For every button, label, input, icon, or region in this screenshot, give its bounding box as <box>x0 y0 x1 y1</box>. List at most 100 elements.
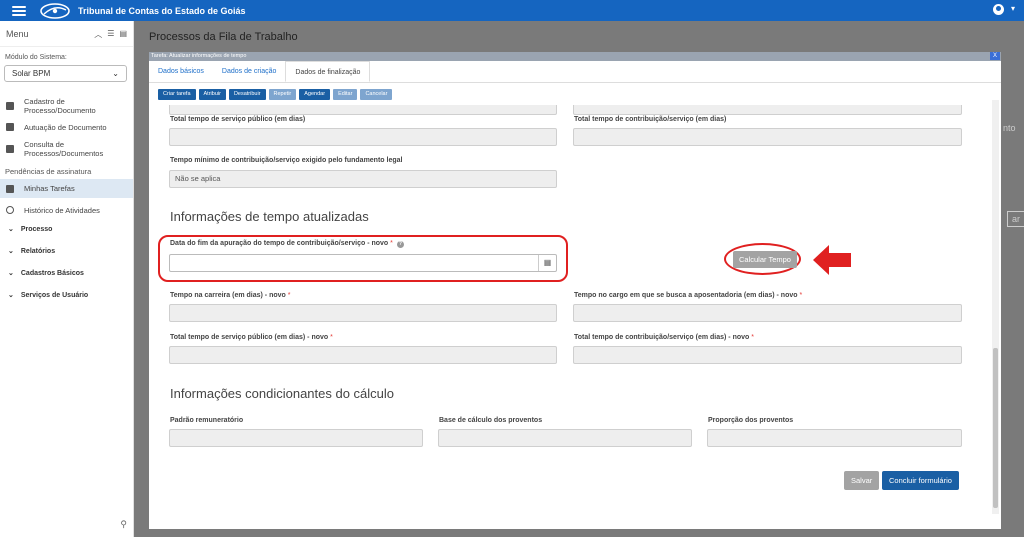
required-mark: * <box>799 292 803 299</box>
menu-label: Menu <box>6 28 29 39</box>
sidebar-group-cadastros[interactable]: ⌄ Cadastros Básicos <box>0 269 84 278</box>
calendar-icon[interactable]: ▦ <box>538 255 556 271</box>
cutoff-field[interactable] <box>573 105 962 115</box>
modal-titlebar: Tarefa: Atualizar informações de tempo X <box>149 52 1001 61</box>
search-icon[interactable]: ⚲ <box>120 519 127 530</box>
sidebar-group-label: Serviços de Usuário <box>20 291 89 299</box>
tempo-minimo-field[interactable]: Não se aplica <box>169 170 557 188</box>
sidebar-item-consulta[interactable]: Consulta de Processos/Documentos <box>0 138 133 160</box>
total-contrib-novo-label-text: Total tempo de contribuição/serviço (em … <box>574 334 750 341</box>
user-account-icon[interactable] <box>993 4 1004 15</box>
folder-icon <box>6 102 14 110</box>
help-icon[interactable]: ? <box>396 241 404 248</box>
sidebar-group-label: Relatórios <box>20 247 56 255</box>
padrao-field[interactable] <box>169 429 423 447</box>
required-mark: * <box>390 240 393 247</box>
sidebar: Menu ︿ ☰ ▤ Módulo do Sistema: Solar BPM … <box>0 21 134 537</box>
total-contrib-field[interactable] <box>573 128 962 146</box>
data-fim-label: Data do fim da apuração do tempo de cont… <box>170 240 404 248</box>
total-publico-novo-label: Total tempo de serviço público (em dias)… <box>170 334 333 341</box>
tce-logo <box>38 2 72 20</box>
sidebar-group-relatorios[interactable]: ⌄ Relatórios <box>0 247 56 256</box>
sidebar-item-label: Minhas Tarefas <box>24 184 75 193</box>
proporcao-field[interactable] <box>707 429 962 447</box>
app-title: Tribunal de Contas do Estado de Goiás <box>78 5 246 16</box>
section-condicionantes: Informações condicionantes do cálculo <box>170 386 395 401</box>
section-atualizadas: Informações de tempo atualizadas <box>170 209 369 224</box>
calendar-icon <box>6 184 14 193</box>
criar-tarefa-button[interactable]: Criar tarefa <box>158 88 196 100</box>
scrollbar[interactable] <box>992 100 999 514</box>
tab-dados-criacao[interactable]: Dados de criação <box>213 61 285 82</box>
total-publico-label: Total tempo de serviço público (em dias) <box>170 116 306 123</box>
required-mark: * <box>330 334 333 341</box>
sidebar-group-processo[interactable]: ⌄ Processo <box>0 225 53 234</box>
total-publico-novo-field[interactable] <box>169 346 557 364</box>
data-fim-label-text: Data do fim da apuração do tempo de cont… <box>170 240 389 247</box>
agendar-button[interactable]: Agendar <box>299 88 331 100</box>
module-select[interactable]: Solar BPM ⌄ <box>4 65 127 82</box>
form-area: Total tempo de serviço público (em dias)… <box>149 105 991 519</box>
carreira-label-text: Tempo na carreira (em dias) - novo <box>170 292 286 299</box>
clock-icon <box>6 206 14 214</box>
sidebar-item-label: Histórico de Atividades <box>24 205 100 215</box>
desatribuir-button[interactable]: Desatribuir <box>228 88 266 100</box>
total-contrib-novo-label: Total tempo de contribuição/serviço (em … <box>574 334 754 341</box>
total-contrib-label: Total tempo de contribuição/serviço (em … <box>574 116 727 123</box>
salvar-button[interactable]: Salvar <box>844 471 880 490</box>
close-icon[interactable]: X <box>990 52 1000 60</box>
data-fim-input[interactable]: ▦ <box>169 254 557 272</box>
total-publico-novo-label-text: Total tempo de serviço público (em dias)… <box>170 334 329 341</box>
chevron-down-icon: ⌄ <box>8 226 14 233</box>
modal-tabs: Dados básicos Dados de criação Dados de … <box>149 61 1001 83</box>
sidebar-item-cadastro[interactable]: Cadastro de Processo/Documento <box>0 94 133 118</box>
editar-button[interactable]: Editar <box>333 88 358 100</box>
cutoff-field[interactable] <box>169 105 557 115</box>
padrao-label: Padrão remuneratório <box>170 417 244 424</box>
task-modal: Tarefa: Atualizar informações de tempo X… <box>149 52 1001 529</box>
tab-dados-finalizacao[interactable]: Dados de finalização <box>285 61 371 82</box>
required-mark: * <box>287 292 291 299</box>
tempo-minimo-label: Tempo mínimo de contribuição/serviço exi… <box>170 157 403 164</box>
pending-signatures-label[interactable]: Pendências de assinatura <box>0 167 91 176</box>
modal-title: Tarefa: Atualizar informações de tempo <box>151 53 247 59</box>
sidebar-group-servicos[interactable]: ⌄ Serviços de Usuário <box>0 291 89 300</box>
sidebar-item-label: Autuação de Documento <box>24 122 107 132</box>
chevron-down-icon: ⌄ <box>8 292 14 299</box>
calcular-tempo-button[interactable]: Calcular Tempo <box>733 251 797 268</box>
tab-dados-basicos[interactable]: Dados básicos <box>149 61 213 82</box>
concluir-formulario-button[interactable]: Concluir formulário <box>882 471 959 490</box>
repetir-button[interactable]: Repetir <box>268 88 297 100</box>
sidebar-item-label: Consulta de Processos/Documentos <box>24 140 104 158</box>
chevron-down-icon: ⌄ <box>112 69 119 78</box>
sidebar-group-label: Processo <box>20 225 53 233</box>
atribuir-button[interactable]: Atribuir <box>198 88 226 100</box>
carreira-field[interactable] <box>169 304 557 322</box>
cargo-label-text: Tempo no cargo em que se busca a aposent… <box>574 292 798 299</box>
collapse-icon[interactable]: ︿ <box>94 29 102 40</box>
scrollbar-thumb[interactable] <box>993 348 998 508</box>
cargo-field[interactable] <box>573 304 962 322</box>
total-contrib-novo-field[interactable] <box>573 346 962 364</box>
chevron-down-icon: ⌄ <box>8 270 14 277</box>
sidebar-group-label: Cadastros Básicos <box>20 269 84 277</box>
check-box-icon <box>6 123 14 131</box>
background-text-fragment: nto <box>1003 123 1016 133</box>
hamburger-menu-icon[interactable] <box>12 5 26 16</box>
required-mark: * <box>751 334 754 341</box>
task-toolbar: Criar tarefa Atribuir Desatribuir Repeti… <box>149 83 1001 105</box>
proporcao-label: Proporção dos proventos <box>708 417 794 424</box>
chevron-down-icon[interactable]: ▾ <box>1011 4 1015 13</box>
red-arrow-icon <box>813 245 851 275</box>
list-view-icon[interactable]: ☰ <box>107 29 114 40</box>
base-field[interactable] <box>438 429 692 447</box>
cargo-label: Tempo no cargo em que se busca a aposent… <box>574 292 802 299</box>
sidebar-item-minhas-tarefas[interactable]: Minhas Tarefas <box>0 179 133 198</box>
total-publico-field[interactable] <box>169 128 557 146</box>
cancelar-button[interactable]: Cancelar <box>360 88 393 100</box>
module-value: Solar BPM <box>12 69 51 78</box>
background-overlay <box>1001 21 1024 537</box>
sidebar-item-historico[interactable]: Histórico de Atividades <box>0 204 133 216</box>
sidebar-item-autuacao[interactable]: Autuação de Documento <box>0 121 133 133</box>
grid-view-icon[interactable]: ▤ <box>119 29 127 40</box>
